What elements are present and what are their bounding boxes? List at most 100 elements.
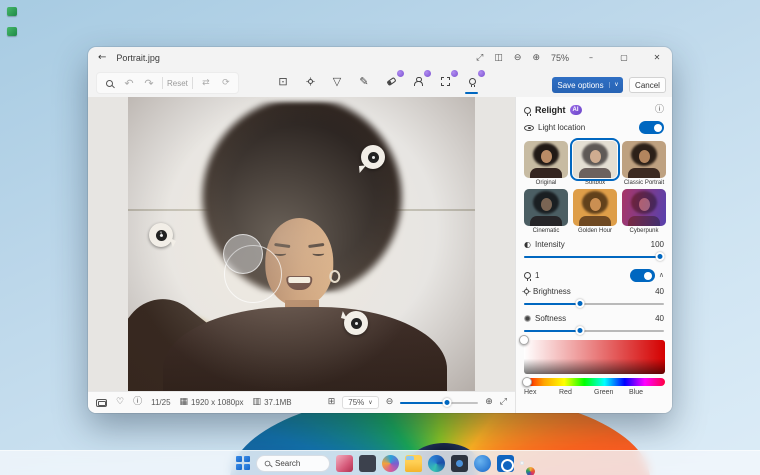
taskbar-search[interactable]: Search [256, 455, 330, 472]
preset-cyberpunk[interactable]: Cyberpunk [622, 189, 666, 234]
background-tool-icon[interactable] [409, 72, 427, 90]
preset-classic-portrait[interactable]: Classic Portrait [622, 141, 666, 186]
filmstrip-icon[interactable] [96, 399, 107, 407]
info-icon[interactable]: ⓘ [655, 106, 664, 115]
zoom-in-icon[interactable]: ⊕ [485, 398, 493, 407]
green-label[interactable]: Green [594, 389, 629, 396]
image-filesize: 37.1MB [264, 398, 292, 407]
folder-dark-icon[interactable] [359, 455, 376, 472]
ai-badge-dot [397, 70, 404, 77]
auto-frame-tool-icon[interactable] [436, 72, 454, 90]
light-source-toggle[interactable] [630, 269, 655, 282]
color-saturation-box[interactable] [524, 340, 665, 374]
camera-app-icon[interactable] [451, 455, 468, 472]
hex-label[interactable]: Hex [524, 389, 559, 396]
intensity-icon: ◐ [524, 241, 531, 249]
rotate-icon[interactable]: ⟳ [217, 74, 235, 92]
erase-tool-icon[interactable] [382, 72, 400, 90]
window-title: Portrait.jpg [116, 53, 160, 63]
preset-softbox[interactable]: Softbox [573, 141, 617, 186]
red-label[interactable]: Red [559, 389, 594, 396]
markup-tool-icon[interactable]: ✎ [355, 72, 373, 90]
zoom-select[interactable]: 75% ∨ [342, 396, 378, 409]
photo-portrait[interactable]: 1 [128, 97, 475, 391]
zoom-in-icon[interactable]: ⊕ [532, 54, 540, 63]
minimize-button[interactable]: – [580, 49, 602, 67]
softness-value: 40 [655, 314, 664, 323]
crop-tool-icon[interactable]: ⊡ [274, 72, 292, 90]
light-source-icon [524, 272, 531, 279]
light-location-toggle[interactable] [639, 121, 664, 134]
back-icon[interactable]: ← [98, 53, 106, 63]
flip-icon[interactable]: ⇄ [197, 74, 215, 92]
canvas-zoom-icon[interactable] [100, 74, 118, 92]
titlebar: ← Portrait.jpg ⤢ ◫ ⊖ ⊕ 75% – ▢ ✕ [88, 47, 672, 69]
favorite-icon[interactable]: ♡ [116, 398, 124, 407]
close-button[interactable]: ✕ [646, 49, 668, 67]
color-picker-thumb[interactable] [519, 335, 529, 345]
desktop-shortcut-icon[interactable] [7, 27, 17, 36]
hue-picker-thumb[interactable] [522, 377, 532, 387]
light-softness-circle[interactable] [223, 234, 263, 274]
status-bar: ♡ ⓘ 11/25 ▦1920 x 1080px ▥37.1MB ⊞ 75% ∨… [88, 391, 515, 413]
preset-original[interactable]: Original [524, 141, 568, 186]
preset-grid: Original Softbox Classic Portrait Cinema… [524, 141, 664, 234]
ai-badge: AI [570, 105, 582, 115]
image-index: 11/25 [151, 398, 170, 407]
fullscreen-icon[interactable]: ⤢ [500, 398, 507, 407]
file-explorer-icon[interactable] [405, 455, 422, 472]
search-icon [265, 460, 271, 466]
save-options-dropdown-icon[interactable]: ∨ [609, 82, 623, 88]
intensity-slider[interactable] [524, 250, 664, 263]
fit-to-window-icon[interactable]: ⊞ [328, 398, 336, 407]
adjustment-tool-icon[interactable] [301, 72, 319, 90]
image-resolution: 1920 x 1080px [191, 398, 244, 407]
filesize-icon: ▥ [253, 398, 262, 407]
zoom-out-icon[interactable]: ⊖ [386, 398, 394, 407]
color-value-labels: Hex Red Green Blue [524, 389, 664, 396]
preset-golden-hour[interactable]: Golden Hour [573, 189, 617, 234]
chevron-down-icon: ∨ [368, 400, 372, 406]
undo-icon[interactable]: ↶ [120, 74, 138, 92]
intensity-label: Intensity [535, 240, 565, 249]
redo-icon[interactable]: ↷ [140, 74, 158, 92]
active-app-indicator [520, 461, 524, 465]
filter-tool-icon[interactable]: ▽ [328, 72, 346, 90]
compare-icon[interactable]: ◫ [494, 54, 503, 63]
collapse-icon[interactable]: ∧ [659, 272, 664, 279]
reset-button[interactable]: Reset [167, 79, 188, 88]
zoom-out-icon[interactable]: ⊖ [514, 54, 522, 63]
light-pin-1[interactable] [361, 145, 385, 169]
light-pin-2[interactable]: 1 [149, 223, 173, 247]
softness-slider[interactable] [524, 324, 664, 337]
copilot-icon[interactable] [382, 455, 399, 472]
editor-canvas: 1 [88, 97, 515, 391]
edge-icon[interactable] [428, 455, 445, 472]
outlook-icon[interactable] [497, 455, 514, 472]
save-options-button[interactable]: Save options ∨ [552, 77, 623, 93]
light-source-label: 1 [535, 271, 539, 280]
photos-app-window: ← Portrait.jpg ⤢ ◫ ⊖ ⊕ 75% – ▢ ✕ ↶ ↷ Res… [88, 47, 672, 413]
info-icon[interactable]: ⓘ [133, 398, 142, 407]
store-icon[interactable] [474, 455, 491, 472]
relight-panel: Relight AI ⓘ Light location Original Sof… [515, 97, 672, 413]
widgets-icon[interactable] [336, 455, 353, 472]
start-button[interactable] [236, 456, 250, 470]
preset-cinematic[interactable]: Cinematic [524, 189, 568, 234]
maximize-button[interactable]: ▢ [613, 49, 635, 67]
actual-size-icon[interactable]: ⤢ [476, 54, 483, 63]
taskbar: Search [0, 450, 760, 475]
softness-label: Softness [535, 314, 566, 323]
cancel-button[interactable]: Cancel [629, 77, 666, 93]
light-pin-3[interactable] [344, 311, 368, 335]
relight-tool-icon[interactable] [463, 72, 481, 90]
eye-icon [524, 125, 534, 131]
desktop-shortcut-icon[interactable] [7, 7, 17, 16]
brightness-slider[interactable] [524, 297, 664, 310]
hue-bar[interactable] [524, 378, 665, 386]
resolution-icon: ▦ [180, 398, 189, 407]
blue-label[interactable]: Blue [629, 389, 664, 396]
ai-badge-dot [424, 70, 431, 77]
zoom-slider[interactable] [400, 398, 478, 408]
zoom-level[interactable]: 75% [551, 53, 569, 63]
